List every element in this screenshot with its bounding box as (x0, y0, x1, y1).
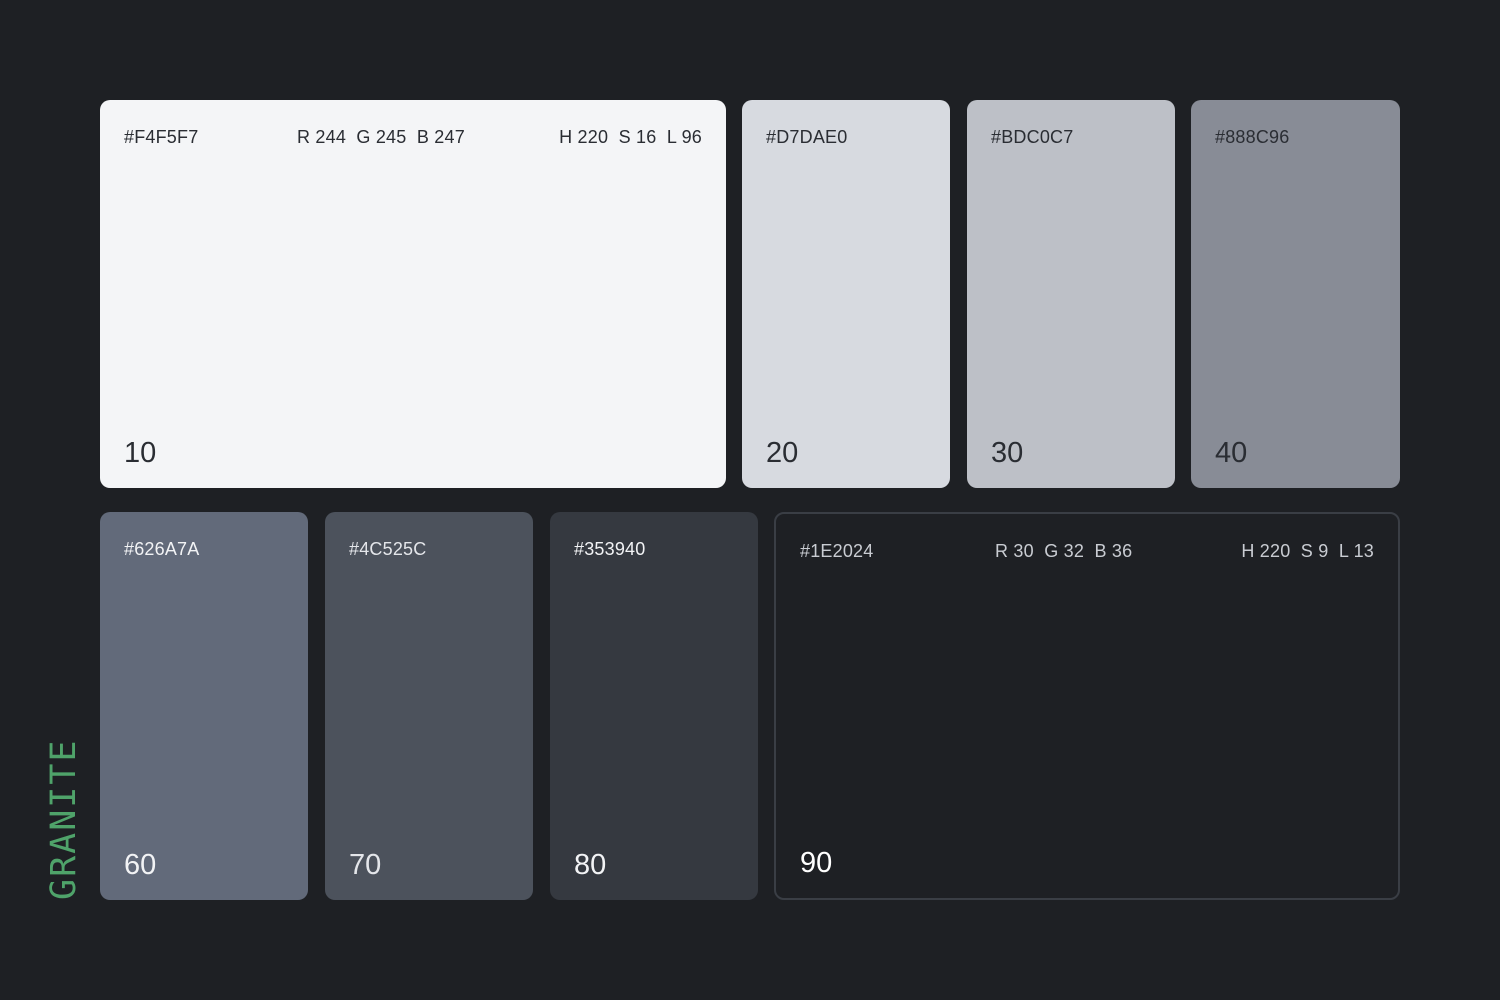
swatch-hex: #F4F5F7 (124, 127, 199, 147)
swatch-70[interactable]: #4C525C 70 (325, 512, 533, 900)
swatch-hex: #D7DAE0 (766, 127, 848, 147)
swatch-step: 80 (574, 849, 607, 881)
swatch-hex: #888C96 (1215, 127, 1290, 147)
swatch-hsl: H 220 S 16 L 96 (559, 127, 702, 147)
swatch-hex: #353940 (574, 539, 646, 559)
swatch-30[interactable]: #BDC0C7 30 (967, 100, 1175, 488)
palette-name: GRANITE (44, 738, 84, 900)
swatch-step: 90 (800, 847, 833, 879)
swatch-step: 40 (1215, 437, 1248, 469)
swatch-hex: #1E2024 (800, 541, 874, 561)
swatch-rgb: R 244 G 245 B 247 (297, 127, 465, 147)
swatch-90[interactable]: #1E2024 R 30 G 32 B 36 H 220 S 9 L 13 90 (774, 512, 1400, 900)
swatch-80[interactable]: #353940 80 (550, 512, 758, 900)
swatch-hsl: H 220 S 9 L 13 (1241, 541, 1374, 561)
swatch-hex: #626A7A (124, 539, 200, 559)
swatch-step: 60 (124, 849, 157, 881)
swatch-hex: #4C525C (349, 539, 427, 559)
swatch-hex: #BDC0C7 (991, 127, 1074, 147)
swatch-20[interactable]: #D7DAE0 20 (742, 100, 950, 488)
swatch-step: 20 (766, 437, 799, 469)
swatch-step: 30 (991, 437, 1024, 469)
swatch-60[interactable]: #626A7A 60 (100, 512, 308, 900)
swatch-rgb: R 30 G 32 B 36 (995, 541, 1133, 561)
palette-page: #F4F5F7 R 244 G 245 B 247 H 220 S 16 L 9… (0, 0, 1500, 1000)
swatch-step: 10 (124, 437, 157, 469)
swatch-40[interactable]: #888C96 40 (1191, 100, 1400, 488)
swatch-10[interactable]: #F4F5F7 R 244 G 245 B 247 H 220 S 16 L 9… (100, 100, 726, 488)
swatch-step: 70 (349, 849, 382, 881)
